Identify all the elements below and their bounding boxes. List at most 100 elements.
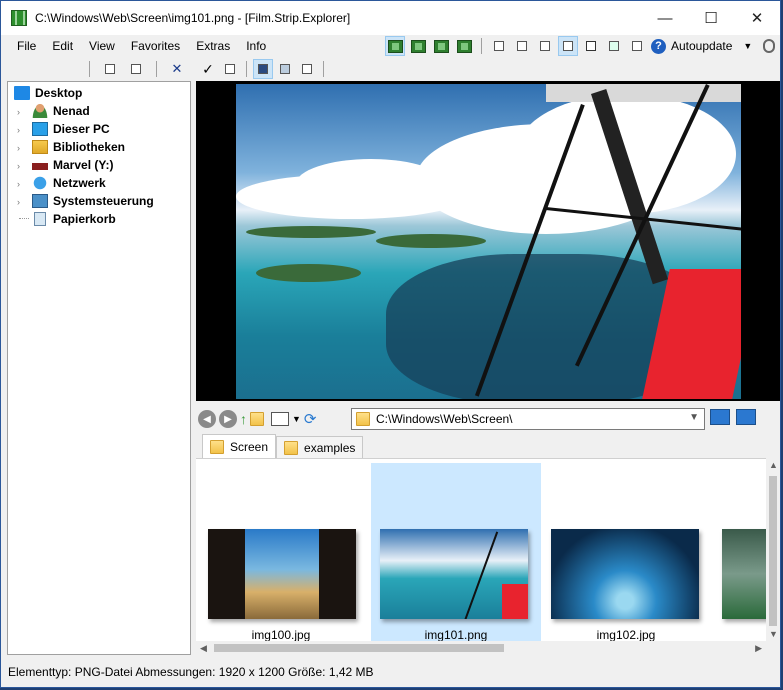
horizontal-scroll-thumb[interactable] [214,644,504,652]
window-title: C:\Windows\Web\Screen\img101.png - [Film… [35,11,351,25]
autoupdate-label[interactable]: Autoupdate [671,39,732,53]
tree-item-systemsteuerung[interactable]: Systemsteuerung [32,192,154,210]
tab-examples[interactable]: examples [276,436,364,458]
expand-arrow-icon[interactable]: › [17,125,20,135]
help-icon[interactable]: ? [651,38,666,54]
tree-item-dieser-pc[interactable]: Dieser PC [32,120,110,138]
chevron-down-icon[interactable]: ▼ [689,412,699,423]
photo-island [246,226,376,238]
horizontal-scrollbar[interactable]: ◀ ▶ [196,641,766,655]
view-mode-dropdown-icon[interactable]: ▼ [292,414,301,424]
full-pane-icon [563,41,573,51]
single-pane-icon [540,41,550,51]
thumbnail-img100[interactable] [208,529,356,619]
menu-edit[interactable]: Edit [44,39,81,53]
maximize-button[interactable]: ☐ [688,1,734,35]
window-controls: — ☐ ✕ [642,1,780,35]
scroll-down-icon[interactable]: ▼ [769,629,778,639]
tree-filter-button[interactable] [604,36,624,56]
photo-upper-wing [546,84,741,102]
tree-item-netzwerk[interactable]: Netzwerk [32,174,106,192]
expand-arrow-icon[interactable]: › [17,179,20,189]
folder-tabs: Screen examples [196,434,780,458]
monitor-icon[interactable] [710,409,730,425]
expand-arrow-icon[interactable]: › [17,107,20,117]
zoom-icon [225,64,235,74]
tree-close-button[interactable]: ✕ [167,59,187,79]
layout-filmstrip-bottom-button[interactable] [385,36,405,56]
filmstrip-view-icon [258,64,268,74]
tree-item-marvel[interactable]: Marvel (Y:) [32,156,113,174]
checkmark-icon: ✓ [202,60,214,77]
details-view-button[interactable] [297,59,317,79]
pane-full-button[interactable] [558,36,578,56]
vertical-scroll-thumb[interactable] [769,476,777,626]
menu-info[interactable]: Info [238,39,274,53]
folder-icon [284,440,299,455]
select-check-button[interactable]: ✓ [198,59,218,79]
back-arrow-icon[interactable]: ◀ [198,410,216,428]
folder-icon [356,412,370,426]
tree-search-button[interactable] [126,59,146,79]
tree-item-bibliotheken[interactable]: Bibliotheken [32,138,125,156]
view-mode-icon[interactable] [271,412,289,426]
pane-split-button[interactable] [489,36,509,56]
recycle-bin-icon [34,212,46,226]
tree-details-button[interactable] [627,36,647,56]
image-preview[interactable] [196,81,780,401]
layout-filmstrip-left-button[interactable] [408,36,428,56]
up-folder-icon[interactable]: ↑ [240,411,247,427]
pane-left-button[interactable] [512,36,532,56]
tree-item-nenad[interactable]: Nenad [32,102,90,120]
refresh-icon[interactable]: ⟳ [304,410,317,428]
control-panel-icon [32,194,48,208]
toolbar-separator [246,61,247,77]
path-input[interactable]: C:\Windows\Web\Screen\ ▼ [351,408,705,430]
tree-item-label: Bibliotheken [53,140,126,154]
tab-screen[interactable]: Screen [202,434,277,458]
toolbar-separator [323,61,324,77]
monitor-alt-icon[interactable] [736,409,756,425]
menu-extras[interactable]: Extras [188,39,238,53]
toolbar-separator [89,61,90,77]
menu-view[interactable]: View [81,39,123,53]
menu-file[interactable]: File [9,39,44,53]
info-icon[interactable] [763,39,776,53]
layout-filmstrip-right-button[interactable] [454,36,474,56]
scroll-right-icon[interactable]: ▶ [755,643,762,654]
title-bar[interactable]: C:\Windows\Web\Screen\img101.png - [Film… [1,1,780,35]
close-button[interactable]: ✕ [734,1,780,35]
menu-favorites[interactable]: Favorites [123,39,188,53]
filmstrip-view-button[interactable] [253,59,273,79]
tree-refresh-button[interactable] [100,59,120,79]
image-view-button[interactable] [275,59,295,79]
tree-item-label: Dieser PC [53,122,110,136]
scroll-up-icon[interactable]: ▲ [769,460,778,470]
tree-item-desktop[interactable]: Desktop [14,84,82,102]
tree-toggle-button[interactable] [581,36,601,56]
pane-single-button[interactable] [535,36,555,56]
expand-arrow-icon[interactable]: › [17,197,20,207]
photo-island [256,264,361,282]
thumbnail-strip[interactable]: img100.jpg img101.png img102.jpg [196,458,780,641]
layout-filmstrip-top-button[interactable] [431,36,451,56]
path-text: C:\Windows\Web\Screen\ [376,412,513,426]
layout-toolbar [385,35,647,57]
tab-label: examples [304,440,356,455]
expand-arrow-icon[interactable]: › [17,161,20,171]
vertical-scrollbar[interactable]: ▲ ▼ [766,458,780,641]
new-folder-icon[interactable] [250,412,264,426]
zoom-button[interactable] [220,59,240,79]
thumbnail-label: img102.jpg [596,628,656,641]
expand-arrow-icon[interactable]: › [17,143,20,153]
minimize-button[interactable]: — [642,1,688,35]
tree-toolbar: ✕ [7,58,191,80]
autoupdate-dropdown-icon[interactable]: ▼ [743,41,752,51]
status-text: Elementtyp: PNG-Datei Abmessungen: 1920 … [8,665,374,679]
tree-item-papierkorb[interactable]: Papierkorb [32,210,116,228]
thumbnail-img101[interactable] [380,529,528,619]
forward-arrow-icon[interactable]: ▶ [219,410,237,428]
thumbnail-img102[interactable] [551,529,699,619]
folder-tree[interactable]: Desktop › Nenad › Dieser PC › Bibliothek… [7,81,191,655]
scroll-left-icon[interactable]: ◀ [200,643,207,654]
